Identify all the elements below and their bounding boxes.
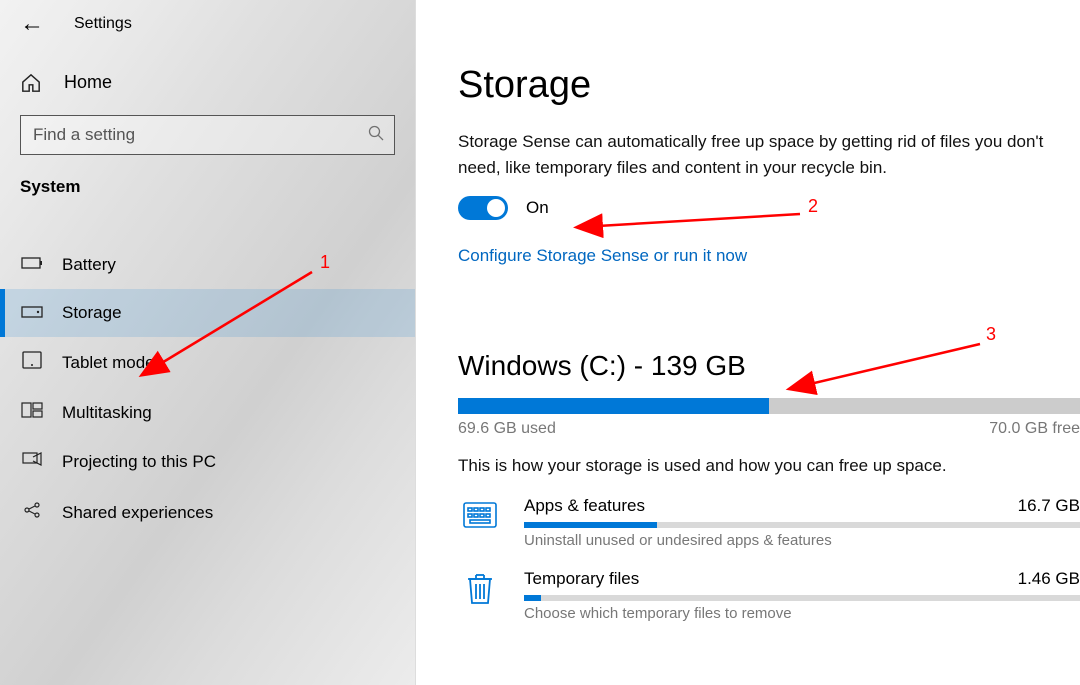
settings-sidebar: ← Settings Home System Battery [0,0,415,685]
configure-storage-sense-link[interactable]: Configure Storage Sense or run it now [458,246,747,266]
page-title: Storage [458,64,1080,107]
usage-item-title: Apps & features [524,496,645,516]
sidebar-item-label: Storage [62,303,122,323]
sidebar-item-label: Multitasking [62,403,152,423]
usage-item-subtitle: Choose which temporary files to remove [524,605,1080,622]
usage-item-size: 16.7 GB [1018,496,1080,516]
search-icon [368,125,384,146]
battery-icon [20,255,44,275]
usage-item-size: 1.46 GB [1018,569,1080,589]
sidebar-item-label: Tablet mode [62,353,155,373]
back-arrow-icon[interactable]: ← [20,12,44,36]
toggle-state-label: On [526,198,549,218]
trash-icon [458,569,502,607]
nav-home[interactable]: Home [0,46,415,115]
drive-icon [20,303,44,323]
sidebar-item-label: Shared experiences [62,503,213,523]
settings-window-title: Settings [74,15,132,33]
drive-title: Windows (C:) - 139 GB [458,350,1080,382]
usage-item-temp[interactable]: Temporary files 1.46 GB Choose which tem… [524,569,1080,622]
tablet-icon [20,351,44,374]
search-input[interactable] [31,124,368,146]
storage-sense-toggle[interactable] [458,196,508,220]
search-box[interactable] [20,115,395,155]
drive-used-label: 69.6 GB used [458,420,556,438]
nav-home-label: Home [64,72,112,93]
shared-icon [20,500,44,525]
sidebar-item-storage[interactable]: Storage [0,289,415,337]
projecting-icon [20,451,44,472]
sidebar-item-label: Projecting to this PC [62,452,216,472]
apps-icon [458,496,502,534]
main-panel: Storage Storage Sense can automatically … [416,0,1080,685]
nav-section-title: System [0,177,415,223]
sidebar-item-projecting[interactable]: Projecting to this PC [0,437,415,486]
usage-item-title: Temporary files [524,569,639,589]
home-icon [20,73,42,93]
drive-free-label: 70.0 GB free [989,420,1080,438]
usage-item-apps[interactable]: Apps & features 16.7 GB Uninstall unused… [524,496,1080,549]
sidebar-item-multitasking[interactable]: Multitasking [0,388,415,437]
storage-sense-description: Storage Sense can automatically free up … [458,129,1063,180]
drive-usage-bar [458,398,1080,414]
sidebar-item-tablet-mode[interactable]: Tablet mode [0,337,415,388]
usage-item-subtitle: Uninstall unused or undesired apps & fea… [524,532,1080,549]
sidebar-item-shared-experiences[interactable]: Shared experiences [0,486,415,539]
sidebar-item-battery[interactable]: Battery [0,241,415,289]
multitasking-icon [20,402,44,423]
drive-description: This is how your storage is used and how… [458,456,1080,476]
sidebar-item-label: Battery [62,255,116,275]
